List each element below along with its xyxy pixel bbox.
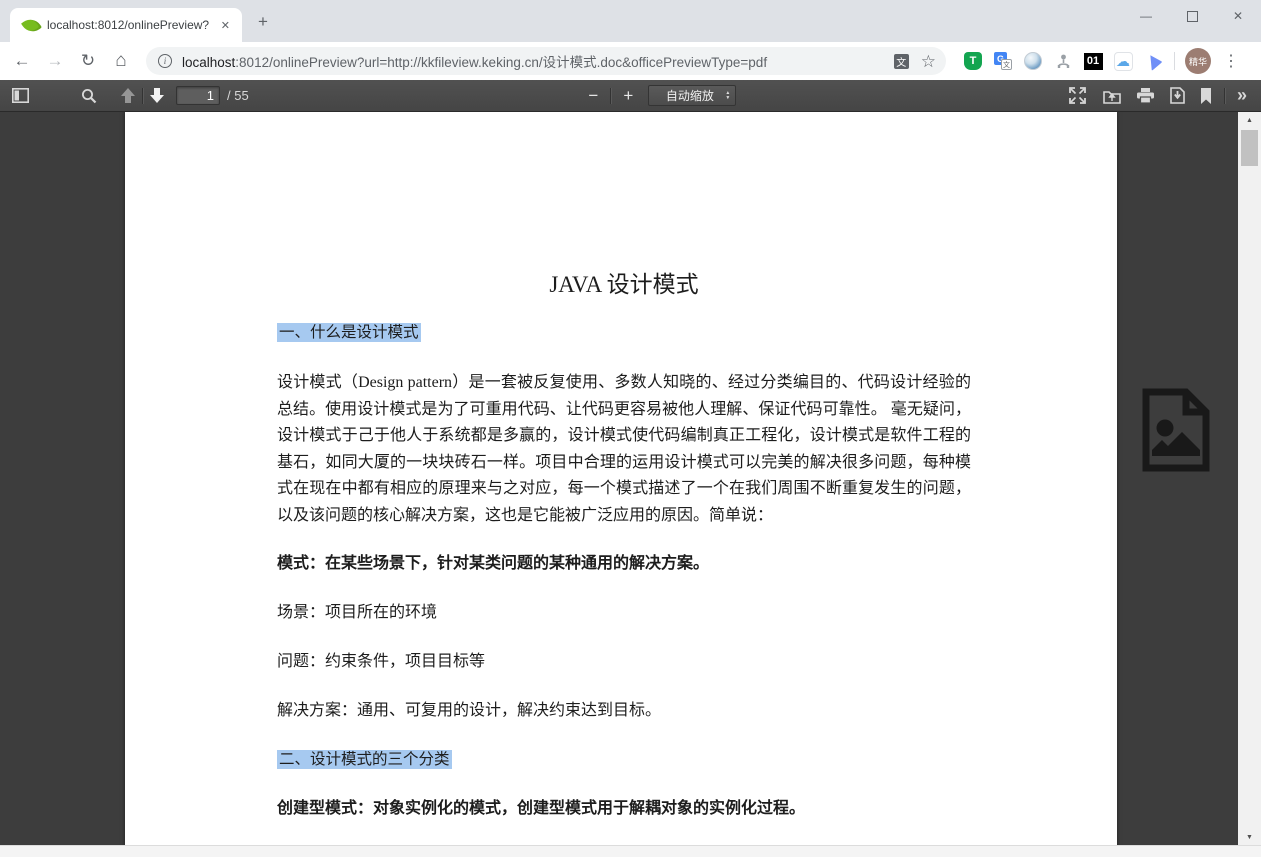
home-icon[interactable]: ⌂ [110, 50, 132, 72]
sitemap-icon [1055, 53, 1072, 70]
zoom-level-value: 自动缩放 [654, 87, 725, 104]
toolbar-more-button[interactable]: » [1237, 85, 1247, 106]
broken-image-icon [1140, 388, 1212, 472]
extensions-area: T G 文 01 ☁ 精华 ⋮ [958, 48, 1249, 74]
search-button[interactable] [81, 88, 97, 104]
open-file-icon [1103, 88, 1121, 104]
browser-menu-icon[interactable]: ⋮ [1223, 51, 1239, 71]
zoom-in-button[interactable]: + [616, 86, 640, 106]
window-bottom-edge [0, 845, 1261, 857]
document-heading-2: 二、设计模式的三个分类 [277, 749, 971, 771]
presentation-mode-button[interactable] [1069, 87, 1086, 104]
open-file-button[interactable] [1103, 88, 1121, 104]
bookmark-star-icon[interactable]: ☆ [921, 53, 936, 70]
spring-leaf-favicon [21, 15, 42, 36]
bird-icon [1143, 52, 1162, 71]
search-icon [81, 88, 97, 104]
print-button[interactable] [1136, 87, 1155, 104]
browser-titlebar: localhost:8012/onlinePreview? ✕ + — ✕ [0, 0, 1261, 42]
scene-line: 场景：项目所在的环境 [277, 602, 971, 624]
pdf-page: JAVA 设计模式 一、什么是设计模式 设计模式（Design pattern）… [125, 112, 1117, 845]
scrollbar-thumb[interactable] [1241, 130, 1258, 166]
divider [1224, 88, 1225, 104]
url-omnibox[interactable]: i localhost:8012/onlinePreview?url=http:… [146, 47, 946, 75]
select-arrows-icon: ▲ ▼ [725, 91, 730, 100]
badge-01-icon: 01 [1084, 53, 1103, 70]
previous-page-button[interactable] [119, 87, 137, 104]
document-content: JAVA 设计模式 一、什么是设计模式 设计模式（Design pattern）… [125, 112, 1117, 820]
url-host: localhost [182, 55, 235, 70]
pdf-viewer-area: JAVA 设计模式 一、什么是设计模式 设计模式（Design pattern）… [0, 112, 1261, 845]
extension-sitemap[interactable] [1048, 53, 1078, 70]
divider [1174, 52, 1175, 70]
maximize-button[interactable] [1169, 0, 1215, 32]
divider [610, 88, 611, 104]
document-paragraph: 设计模式（Design pattern）是一套被反复使用、多数人知晓的、经过分类… [277, 370, 971, 529]
url-text[interactable]: localhost:8012/onlinePreview?url=http://… [182, 51, 882, 71]
cloud-icon: ☁ [1114, 52, 1133, 71]
pattern-definition-line: 模式：在某些场景下，针对某类问题的某种通用的解决方案。 [277, 553, 971, 575]
scroll-down-icon[interactable]: ▼ [1238, 829, 1261, 845]
scroll-up-icon[interactable]: ▲ [1238, 112, 1261, 128]
download-icon [1170, 87, 1185, 104]
swirl-icon [1024, 52, 1042, 70]
url-path: :8012/onlinePreview?url=http://kkfilevie… [235, 55, 767, 70]
reload-icon[interactable]: ↻ [77, 51, 99, 71]
vertical-scrollbar[interactable]: ▲ ▼ [1238, 112, 1261, 845]
highlighted-text: 二、设计模式的三个分类 [277, 750, 452, 769]
maximize-icon [1187, 11, 1198, 22]
page-info-icon[interactable]: i [158, 54, 172, 68]
problem-line: 问题：约束条件，项目目标等 [277, 651, 971, 673]
document-title: JAVA 设计模式 [277, 270, 971, 300]
sidebar-toggle-button[interactable] [12, 88, 29, 103]
creational-pattern-line: 创建型模式：对象实例化的模式，创建型模式用于解耦对象的实例化过程。 [277, 798, 971, 820]
tab-title: localhost:8012/onlinePreview? [47, 18, 212, 32]
translate-wen: 文 [1001, 59, 1012, 70]
address-bar-row: ← → ↻ ⌂ i localhost:8012/onlinePreview?u… [0, 42, 1261, 80]
pdf-toolbar: / 55 − + 自动缩放 ▲ ▼ [0, 80, 1261, 112]
sidebar-toggle-icon [12, 88, 29, 103]
page-number-input[interactable] [176, 86, 220, 105]
browser-tab[interactable]: localhost:8012/onlinePreview? ✕ [10, 8, 242, 42]
highlighted-text: 一、什么是设计模式 [277, 323, 421, 342]
translate-page-icon[interactable]: 文 [894, 54, 909, 69]
divider [142, 88, 143, 104]
extension-shield[interactable]: T [958, 52, 988, 70]
extension-swirl[interactable] [1018, 52, 1048, 70]
extension-cloud[interactable]: ☁ [1108, 52, 1138, 71]
solution-line: 解决方案：通用、可复用的设计，解决约束达到目标。 [277, 700, 971, 722]
page-down-icon [148, 87, 166, 104]
zoom-level-select[interactable]: 自动缩放 ▲ ▼ [648, 85, 736, 106]
forward-icon[interactable]: → [44, 51, 66, 71]
new-tab-button[interactable]: + [258, 12, 268, 32]
extension-01[interactable]: 01 [1078, 53, 1108, 70]
minimize-button[interactable]: — [1123, 0, 1169, 32]
tab-close-icon[interactable]: ✕ [217, 17, 234, 34]
page-total-label: / 55 [227, 88, 249, 103]
page-up-icon [119, 87, 137, 104]
shield-icon: T [964, 52, 982, 70]
next-page-button[interactable] [148, 87, 166, 104]
download-button[interactable] [1170, 87, 1185, 104]
fullscreen-icon [1069, 87, 1086, 104]
profile-avatar[interactable]: 精华 [1185, 48, 1211, 74]
extension-translate[interactable]: G 文 [988, 52, 1018, 70]
bookmark-icon [1200, 88, 1212, 104]
translate-ext-icon: G 文 [994, 52, 1012, 70]
extension-bird[interactable] [1138, 55, 1168, 68]
zoom-out-button[interactable]: − [581, 86, 605, 106]
document-heading-1: 一、什么是设计模式 [277, 322, 971, 344]
print-icon [1136, 87, 1155, 104]
back-icon[interactable]: ← [11, 51, 33, 71]
window-controls: — ✕ [1123, 0, 1261, 32]
close-button[interactable]: ✕ [1215, 0, 1261, 32]
bookmark-button[interactable] [1200, 88, 1212, 104]
